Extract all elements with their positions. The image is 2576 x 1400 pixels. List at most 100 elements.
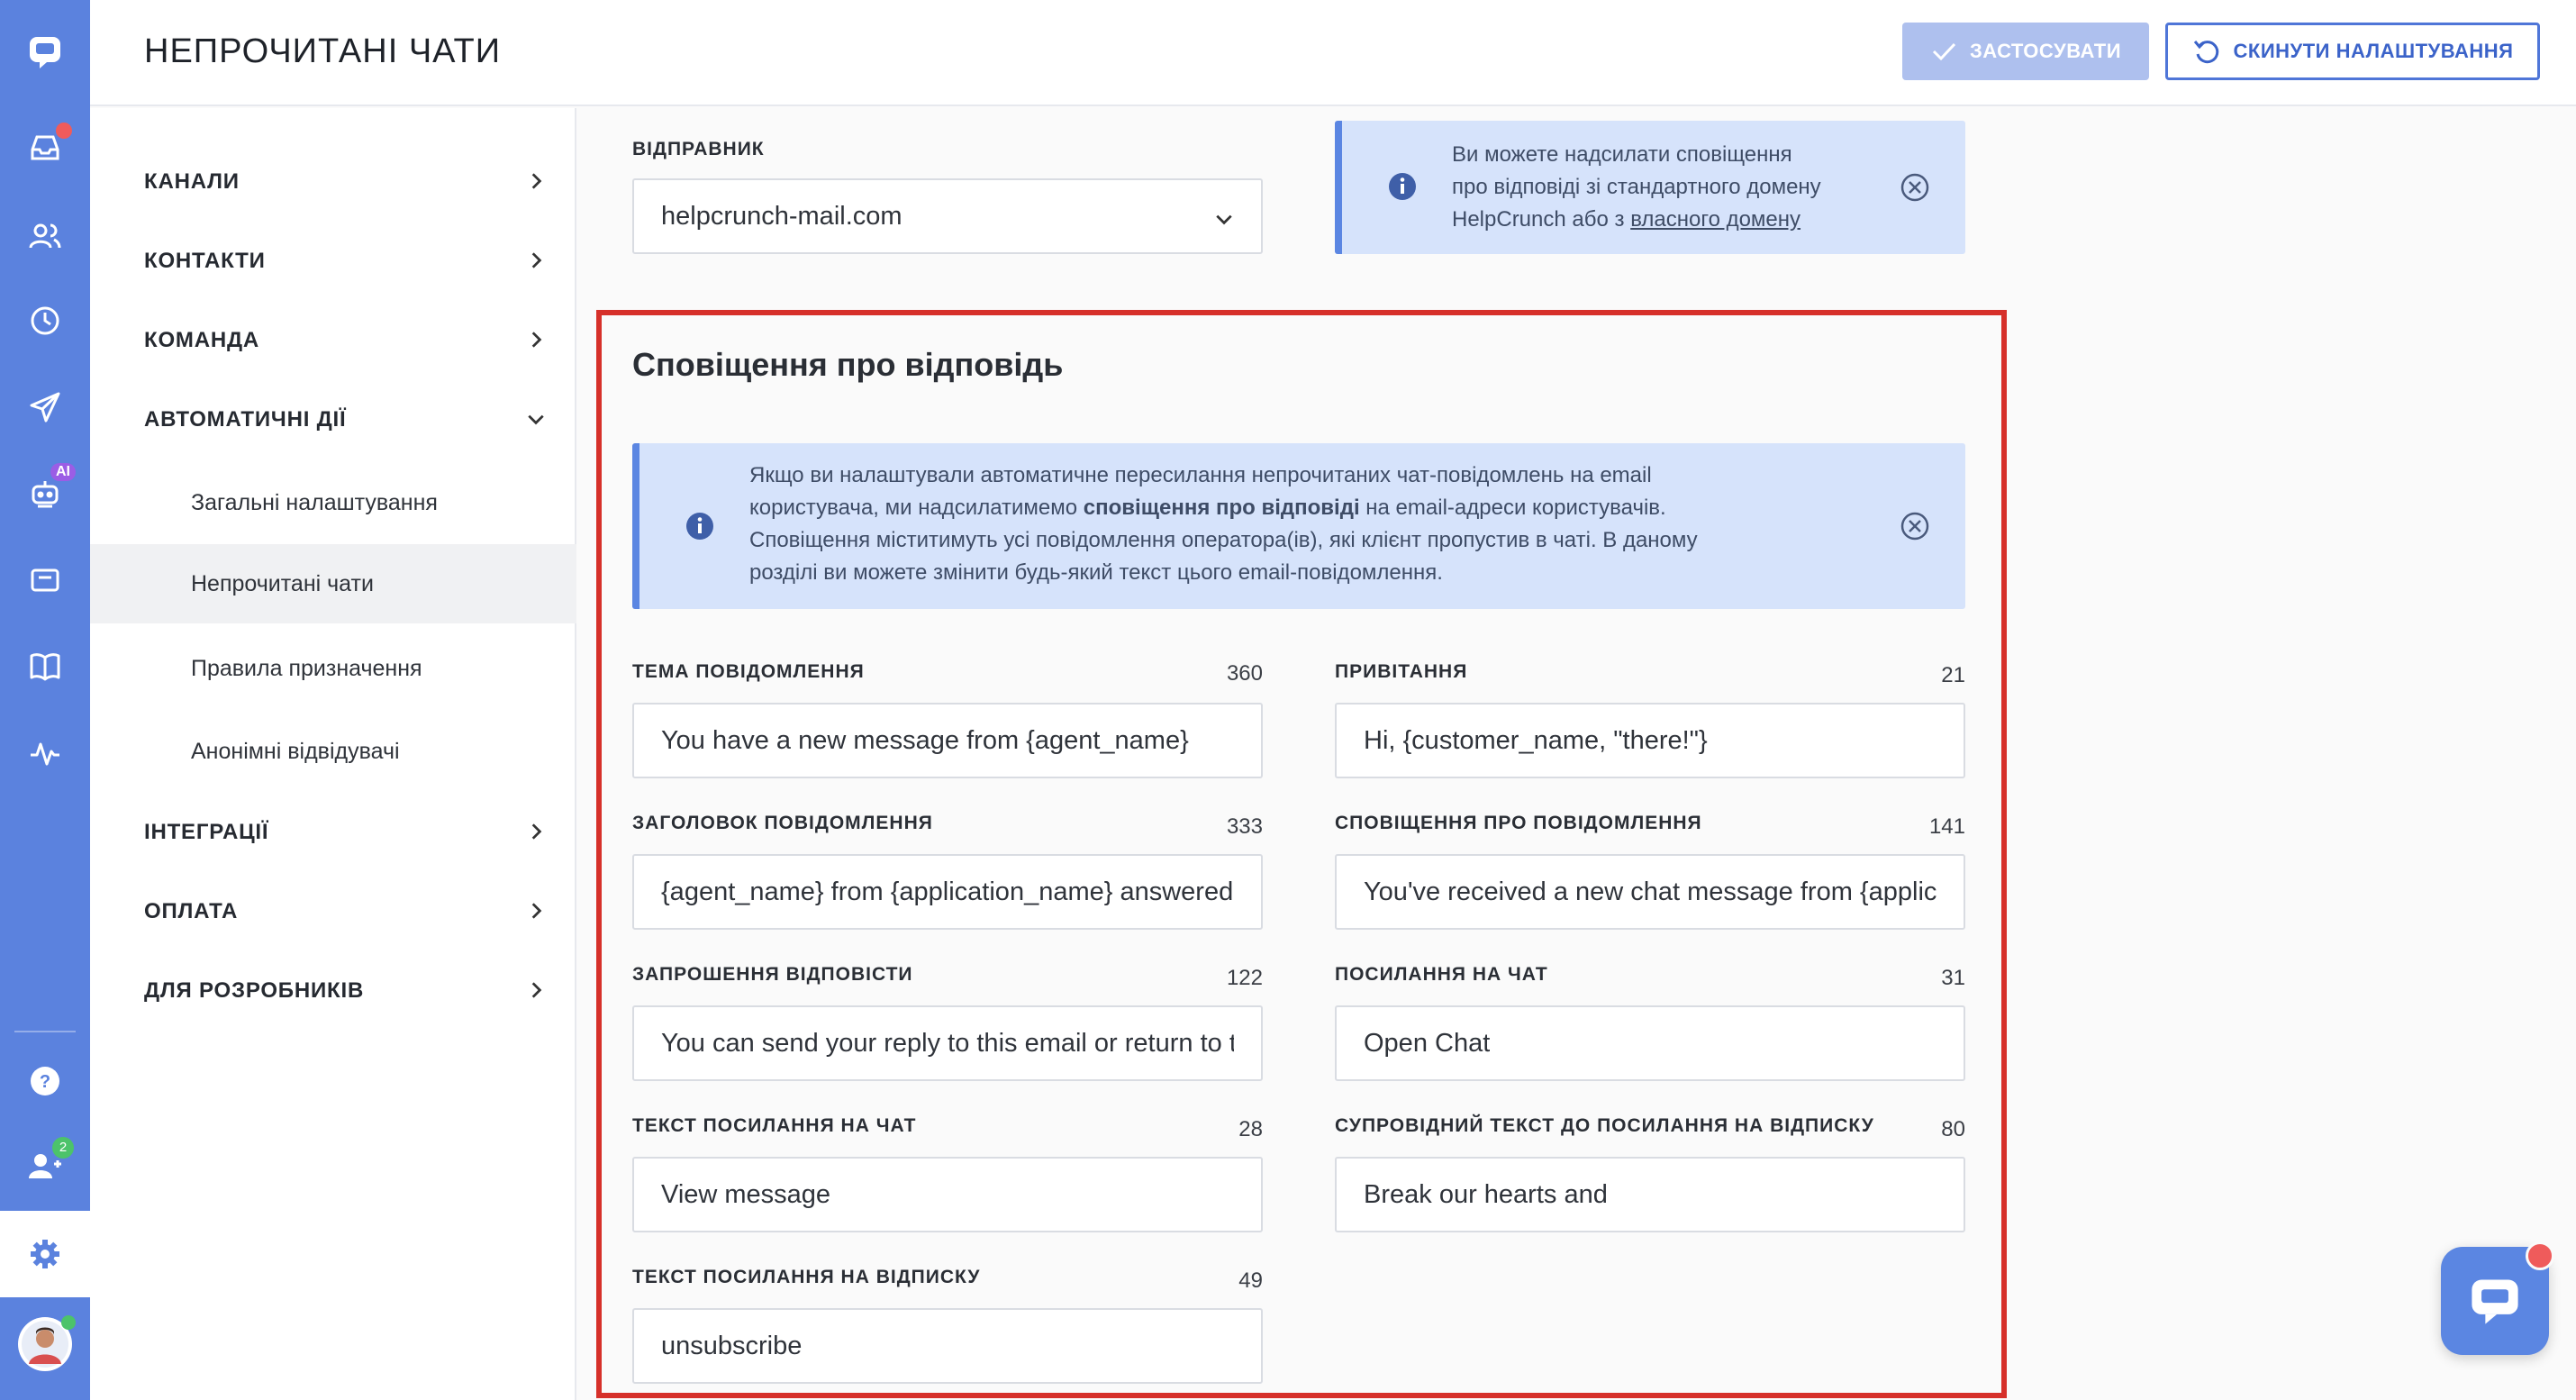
page-header: НЕПРОЧИТАНІ ЧАТИ ЗАСТОСУВАТИ СКИНУТИ НАЛ… [90, 0, 2576, 106]
domain-info-box: Ви можете надсилати сповіщення про відпо… [1335, 121, 1965, 254]
team-icon[interactable]: 2 [20, 1137, 74, 1191]
sidebar-item-label: КОНТАКТИ [144, 249, 266, 273]
inbox-icon[interactable] [20, 123, 72, 173]
domain-info-line2: про відповіді зі стандартного домену [1452, 175, 1821, 199]
chevron-right-icon [531, 823, 542, 840]
book-icon[interactable] [20, 641, 70, 692]
apply-label: ЗАСТОСУВАТИ [1969, 40, 2122, 62]
chat-link-text-label: ТЕКСТ ПОСИЛАННЯ НА ЧАТ [632, 1115, 917, 1136]
unsubscribe-link-value: unsubscribe [661, 1331, 803, 1360]
subject-input[interactable]: You have a new message from {agent_name} [632, 703, 1263, 778]
info-line-1: Якщо ви налаштували автоматичне пересила… [749, 463, 1652, 487]
notification-char-count: 141 [1928, 814, 1965, 839]
sidebar-item-label: АВТОМАТИЧНІ ДІЇ [144, 407, 347, 432]
apply-button[interactable]: ЗАСТОСУВАТИ [1902, 23, 2149, 80]
check-icon [1932, 42, 1956, 61]
reply-notification-info-box: Якщо ви налаштували автоматичне пересила… [632, 443, 1965, 609]
chat-link-text-char-count: 28 [1238, 1117, 1263, 1141]
unsubscribe-link-label: ТЕКСТ ПОСИЛАННЯ НА ВІДПИСКУ [632, 1267, 981, 1287]
page-title: НЕПРОЧИТАНІ ЧАТИ [144, 32, 502, 70]
unsubscribe-link-input[interactable]: unsubscribe [632, 1308, 1263, 1384]
close-icon[interactable] [1899, 171, 1931, 204]
sidebar-item-billing[interactable]: ОПЛАТА [90, 872, 576, 951]
svg-text:?: ? [40, 1072, 50, 1092]
sidebar-item-unread-chats[interactable]: Непрочитані чати [90, 544, 576, 623]
sender-select[interactable]: helpcrunch-mail.com [632, 178, 1263, 254]
chat-link-label: ПОСИЛАННЯ НА ЧАТ [1335, 964, 1548, 985]
online-dot [61, 1315, 76, 1330]
bot-icon[interactable]: AI [20, 463, 76, 519]
notification-dot [2526, 1241, 2554, 1270]
unsubscribe-companion-label: СУПРОВІДНИЙ ТЕКСТ ДО ПОСИЛАННЯ НА ВІДПИС… [1335, 1115, 1874, 1136]
sidebar-item-label: КОМАНДА [144, 328, 260, 352]
chevron-right-icon [531, 903, 542, 919]
sidebar-item-team[interactable]: КОМАНДА [90, 301, 576, 380]
notification-value: You've received a new chat message from … [1364, 877, 1937, 906]
sidebar-item-label: Анонімні відвідувачі [191, 738, 400, 764]
team-count-badge: 2 [52, 1137, 74, 1159]
heading-value: {agent_name} from {application_name} ans… [661, 877, 1234, 906]
sidebar-item-general-settings[interactable]: Загальні налаштування [90, 463, 576, 542]
sidebar-item-label: Непрочитані чати [191, 570, 374, 596]
info-line-3: Сповіщення міститимуть усі повідомлення … [749, 528, 1698, 552]
contacts-icon[interactable] [20, 211, 70, 261]
logo-chat-icon[interactable] [20, 27, 70, 77]
notification-label: СПОВІЩЕННЯ ПРО ПОВІДОМЛЕННЯ [1335, 813, 1702, 833]
chat-link-value: Open Chat [1364, 1028, 1491, 1058]
sidebar-item-label: ОПЛАТА [144, 899, 239, 923]
sidebar-item-anonymous-visitors[interactable]: Анонімні відвідувачі [90, 712, 576, 791]
unsubscribe-link-char-count: 49 [1238, 1268, 1263, 1293]
sidebar-item-channels[interactable]: КАНАЛИ [90, 142, 576, 222]
activity-icon[interactable] [20, 728, 70, 778]
help-icon[interactable]: ? [20, 1056, 70, 1106]
chevron-right-icon [531, 173, 542, 189]
sidebar-item-assignment-rules[interactable]: Правила призначення [90, 629, 576, 708]
domain-info-line3: HelpCrunch або з [1452, 207, 1631, 232]
chat-link-text-input[interactable]: View message [632, 1157, 1263, 1232]
settings-icon[interactable] [20, 1229, 70, 1279]
settings-sidebar: КАНАЛИ КОНТАКТИ КОМАНДА АВТОМАТИЧНІ ДІЇ … [90, 108, 576, 1400]
heading-char-count: 333 [1226, 814, 1263, 839]
close-icon[interactable] [1899, 510, 1931, 542]
subject-char-count: 360 [1226, 661, 1263, 686]
reset-settings-button[interactable]: СКИНУТИ НАЛАШТУВАННЯ [2165, 23, 2540, 80]
sidebar-item-label: ІНТЕГРАЦІЇ [144, 820, 269, 844]
chat-link-text-value: View message [661, 1179, 831, 1209]
subject-value: You have a new message from {agent_name} [661, 725, 1189, 755]
chevron-down-icon [1216, 214, 1232, 225]
chat-bubble-icon [2472, 1279, 2518, 1324]
clock-icon[interactable] [20, 295, 70, 346]
greeting-input[interactable]: Hi, {customer_name, "there!"} [1335, 703, 1965, 778]
sidebar-item-contacts[interactable]: КОНТАКТИ [90, 222, 576, 301]
sidebar-item-developers[interactable]: ДЛЯ РОЗРОБНИКІВ [90, 951, 576, 1031]
subject-label: ТЕМА ПОВІДОМЛЕННЯ [632, 661, 865, 682]
info-line-2-bold: сповіщення про відповіді [1083, 495, 1360, 520]
unsubscribe-companion-input[interactable]: Break our hearts and [1335, 1157, 1965, 1232]
section-title: Сповіщення про відповідь [632, 346, 1064, 383]
info-icon [1389, 173, 1416, 200]
notification-dot [56, 123, 72, 139]
sidebar-item-label: Правила призначення [191, 655, 422, 681]
sidebar-item-integrations[interactable]: ІНТЕГРАЦІЇ [90, 793, 576, 872]
chat-link-input[interactable]: Open Chat [1335, 1005, 1965, 1081]
sidebar-item-automations[interactable]: АВТОМАТИЧНІ ДІЇ [90, 380, 576, 459]
notification-input[interactable]: You've received a new chat message from … [1335, 854, 1965, 930]
chevron-right-icon [531, 252, 542, 268]
chat-widget-button[interactable] [2441, 1241, 2554, 1355]
card-icon[interactable] [20, 555, 70, 605]
reply-invite-input[interactable]: You can send your reply to this email or… [632, 1005, 1263, 1081]
info-line-4: розділі ви можете змінити будь-який текс… [749, 560, 1443, 585]
heading-input[interactable]: {agent_name} from {application_name} ans… [632, 854, 1263, 930]
rail-divider [14, 1031, 76, 1032]
sender-label: ВІДПРАВНИК [632, 139, 765, 159]
unsubscribe-companion-char-count: 80 [1941, 1117, 1965, 1141]
custom-domain-link[interactable]: власного домену [1630, 207, 1800, 232]
chat-link-char-count: 31 [1941, 966, 1965, 990]
chevron-right-icon [531, 982, 542, 998]
ai-badge: AI [50, 463, 76, 481]
avatar[interactable] [16, 1315, 76, 1373]
info-line-2b: на email-адреси користувачів. [1359, 495, 1666, 520]
send-icon[interactable] [20, 382, 70, 432]
reply-invite-value: You can send your reply to this email or… [661, 1028, 1234, 1058]
info-line-2a: користувача, ми надсилатимемо [749, 495, 1084, 520]
